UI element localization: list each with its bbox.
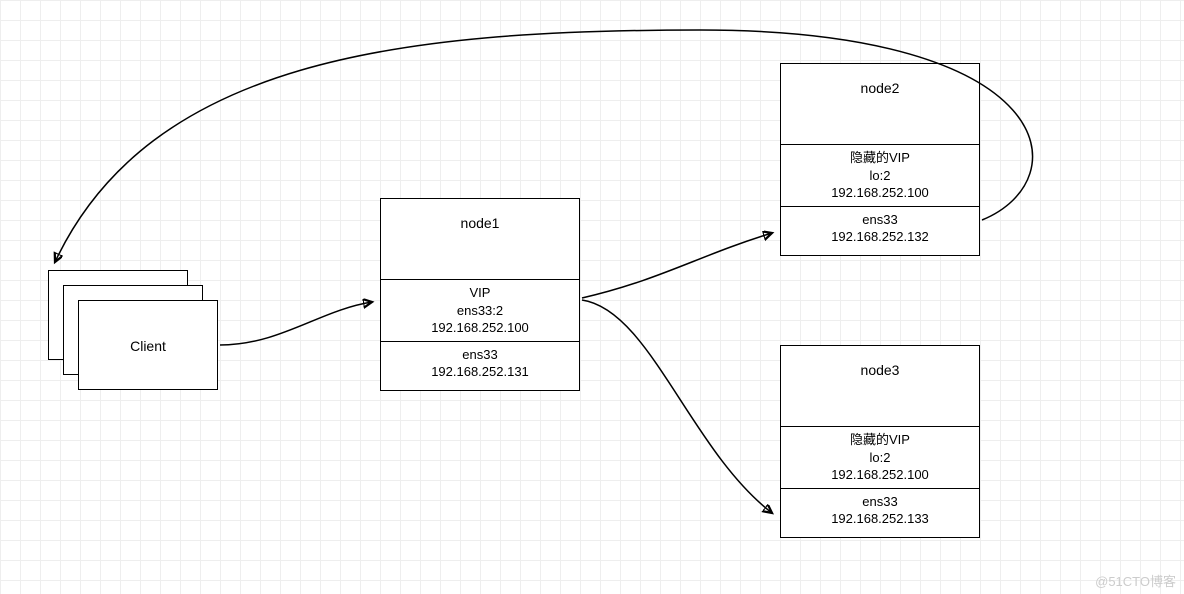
- node1-box: node1 VIP ens33:2 192.168.252.100 ens33 …: [380, 198, 580, 391]
- node3-vip-section: 隐藏的VIP lo:2 192.168.252.100: [781, 426, 979, 488]
- node2-iface: ens33: [783, 211, 977, 229]
- node2-vip-ip: 192.168.252.100: [783, 184, 977, 202]
- client-label: Client: [79, 301, 217, 391]
- node1-vip-section: VIP ens33:2 192.168.252.100: [381, 279, 579, 341]
- node3-title: node3: [781, 346, 979, 426]
- node1-ip: 192.168.252.131: [383, 363, 577, 381]
- arrow-node1-to-node2: [582, 233, 772, 298]
- node1-vip-ip: 192.168.252.100: [383, 319, 577, 337]
- node2-box: node2 隐藏的VIP lo:2 192.168.252.100 ens33 …: [780, 63, 980, 256]
- node2-vip-label: 隐藏的VIP: [783, 149, 977, 167]
- node1-iface: ens33: [383, 346, 577, 364]
- node2-vip-iface: lo:2: [783, 167, 977, 185]
- node3-vip-label: 隐藏的VIP: [783, 431, 977, 449]
- client-card-front: Client: [78, 300, 218, 390]
- node2-ip: 192.168.252.132: [783, 228, 977, 246]
- node3-ip: 192.168.252.133: [783, 510, 977, 528]
- diagram-canvas: Client node1 VIP ens33:2 192.168.252.100…: [0, 0, 1184, 594]
- arrow-client-to-node1: [220, 302, 372, 345]
- node1-iface-section: ens33 192.168.252.131: [381, 341, 579, 385]
- node2-title: node2: [781, 64, 979, 144]
- node3-vip-ip: 192.168.252.100: [783, 466, 977, 484]
- node3-iface: ens33: [783, 493, 977, 511]
- node1-vip-label: VIP: [383, 284, 577, 302]
- node2-vip-section: 隐藏的VIP lo:2 192.168.252.100: [781, 144, 979, 206]
- watermark: @51CTO博客: [1095, 571, 1176, 590]
- node2-iface-section: ens33 192.168.252.132: [781, 206, 979, 250]
- node3-iface-section: ens33 192.168.252.133: [781, 488, 979, 532]
- node1-vip-iface: ens33:2: [383, 302, 577, 320]
- arrow-node1-to-node3: [582, 300, 772, 513]
- node3-box: node3 隐藏的VIP lo:2 192.168.252.100 ens33 …: [780, 345, 980, 538]
- node3-vip-iface: lo:2: [783, 449, 977, 467]
- node1-title: node1: [381, 199, 579, 279]
